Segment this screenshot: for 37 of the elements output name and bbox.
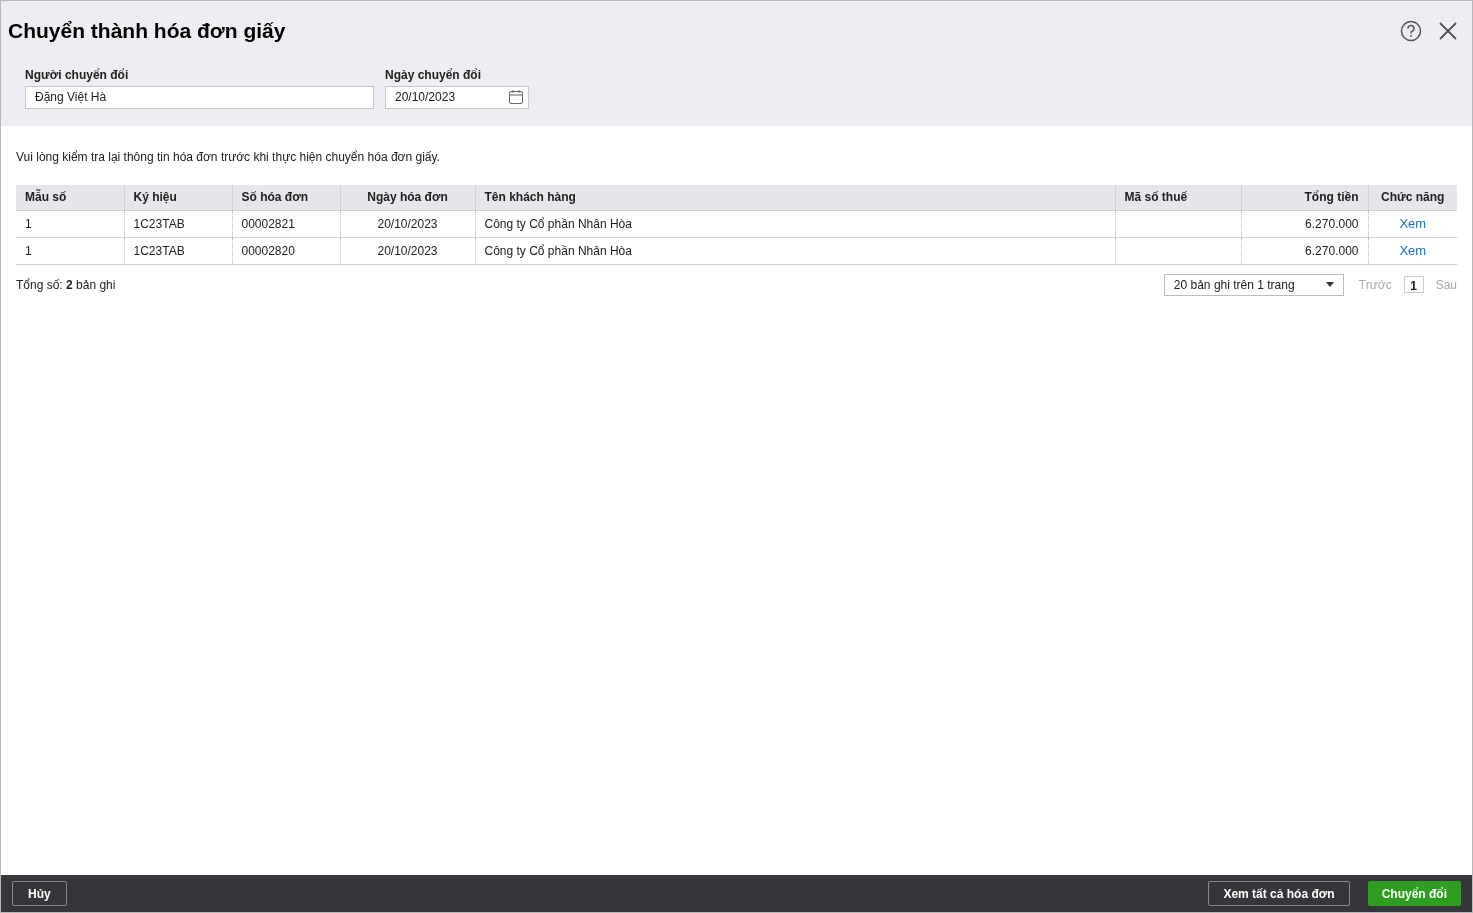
date-field[interactable]: 20/10/2023 xyxy=(385,85,529,109)
input-field[interactable]: Đặng Việt Hà xyxy=(25,85,374,109)
view-link[interactable]: Xem xyxy=(1399,215,1427,231)
view-all-invoices-button[interactable]: Xem tất cả hóa đơn xyxy=(1208,881,1350,906)
help-icon[interactable] xyxy=(1400,19,1422,42)
page-size-dropdown[interactable]: 20 bản ghi trên 1 trang xyxy=(1163,273,1344,296)
table-cell: 6.270.000 xyxy=(1241,210,1368,237)
dialog-title: Chuyển thành hóa đơn giấy xyxy=(8,18,286,44)
table-cell: 00002820 xyxy=(232,237,340,264)
page-number-button[interactable]: 1 xyxy=(1403,276,1424,293)
notice-text: Vui lòng kiểm tra lại thông tin hóa đơn trước khi thực hiện chuyển hóa đơn giấy. xyxy=(16,149,441,166)
column-header: Mã số thuế xyxy=(1115,185,1241,210)
close-icon[interactable] xyxy=(1438,20,1458,41)
column-header: Mẫu số xyxy=(16,185,124,210)
table-cell: Công ty Cổ phần Nhân Hòa xyxy=(475,237,1115,264)
total-count: Tổng số: 2 bản ghi xyxy=(16,276,116,294)
table-cell: 20/10/2023 xyxy=(340,237,475,264)
table-cell: 1 xyxy=(16,237,124,264)
column-header: Ngày hóa đơn xyxy=(340,185,475,210)
column-header: Ký hiệu xyxy=(124,185,232,210)
cancel-button[interactable]: Hủy xyxy=(12,881,67,906)
calendar-icon[interactable] xyxy=(508,89,524,105)
column-header: Tổng tiền xyxy=(1241,185,1368,210)
table-cell: 6.270.000 xyxy=(1241,237,1368,264)
view-link[interactable]: Xem xyxy=(1399,242,1427,258)
table-cell: 1C23TAB xyxy=(124,210,232,237)
table-cell: 00002821 xyxy=(232,210,340,237)
column-header: Tên khách hàng xyxy=(475,185,1115,210)
column-header: Số hóa đơn xyxy=(232,185,340,210)
dropdown-caret-icon xyxy=(1325,282,1334,287)
column-header: Chức năng xyxy=(1368,185,1457,210)
table-cell: 1C23TAB xyxy=(124,237,232,264)
table-cell: 20/10/2023 xyxy=(340,210,475,237)
table-cell: 1 xyxy=(16,210,124,237)
field-label: Ngày chuyển đổi xyxy=(385,66,483,84)
table-cell: Công ty Cổ phần Nhân Hòa xyxy=(475,210,1115,237)
field-label: Người chuyển đổi xyxy=(25,66,130,84)
